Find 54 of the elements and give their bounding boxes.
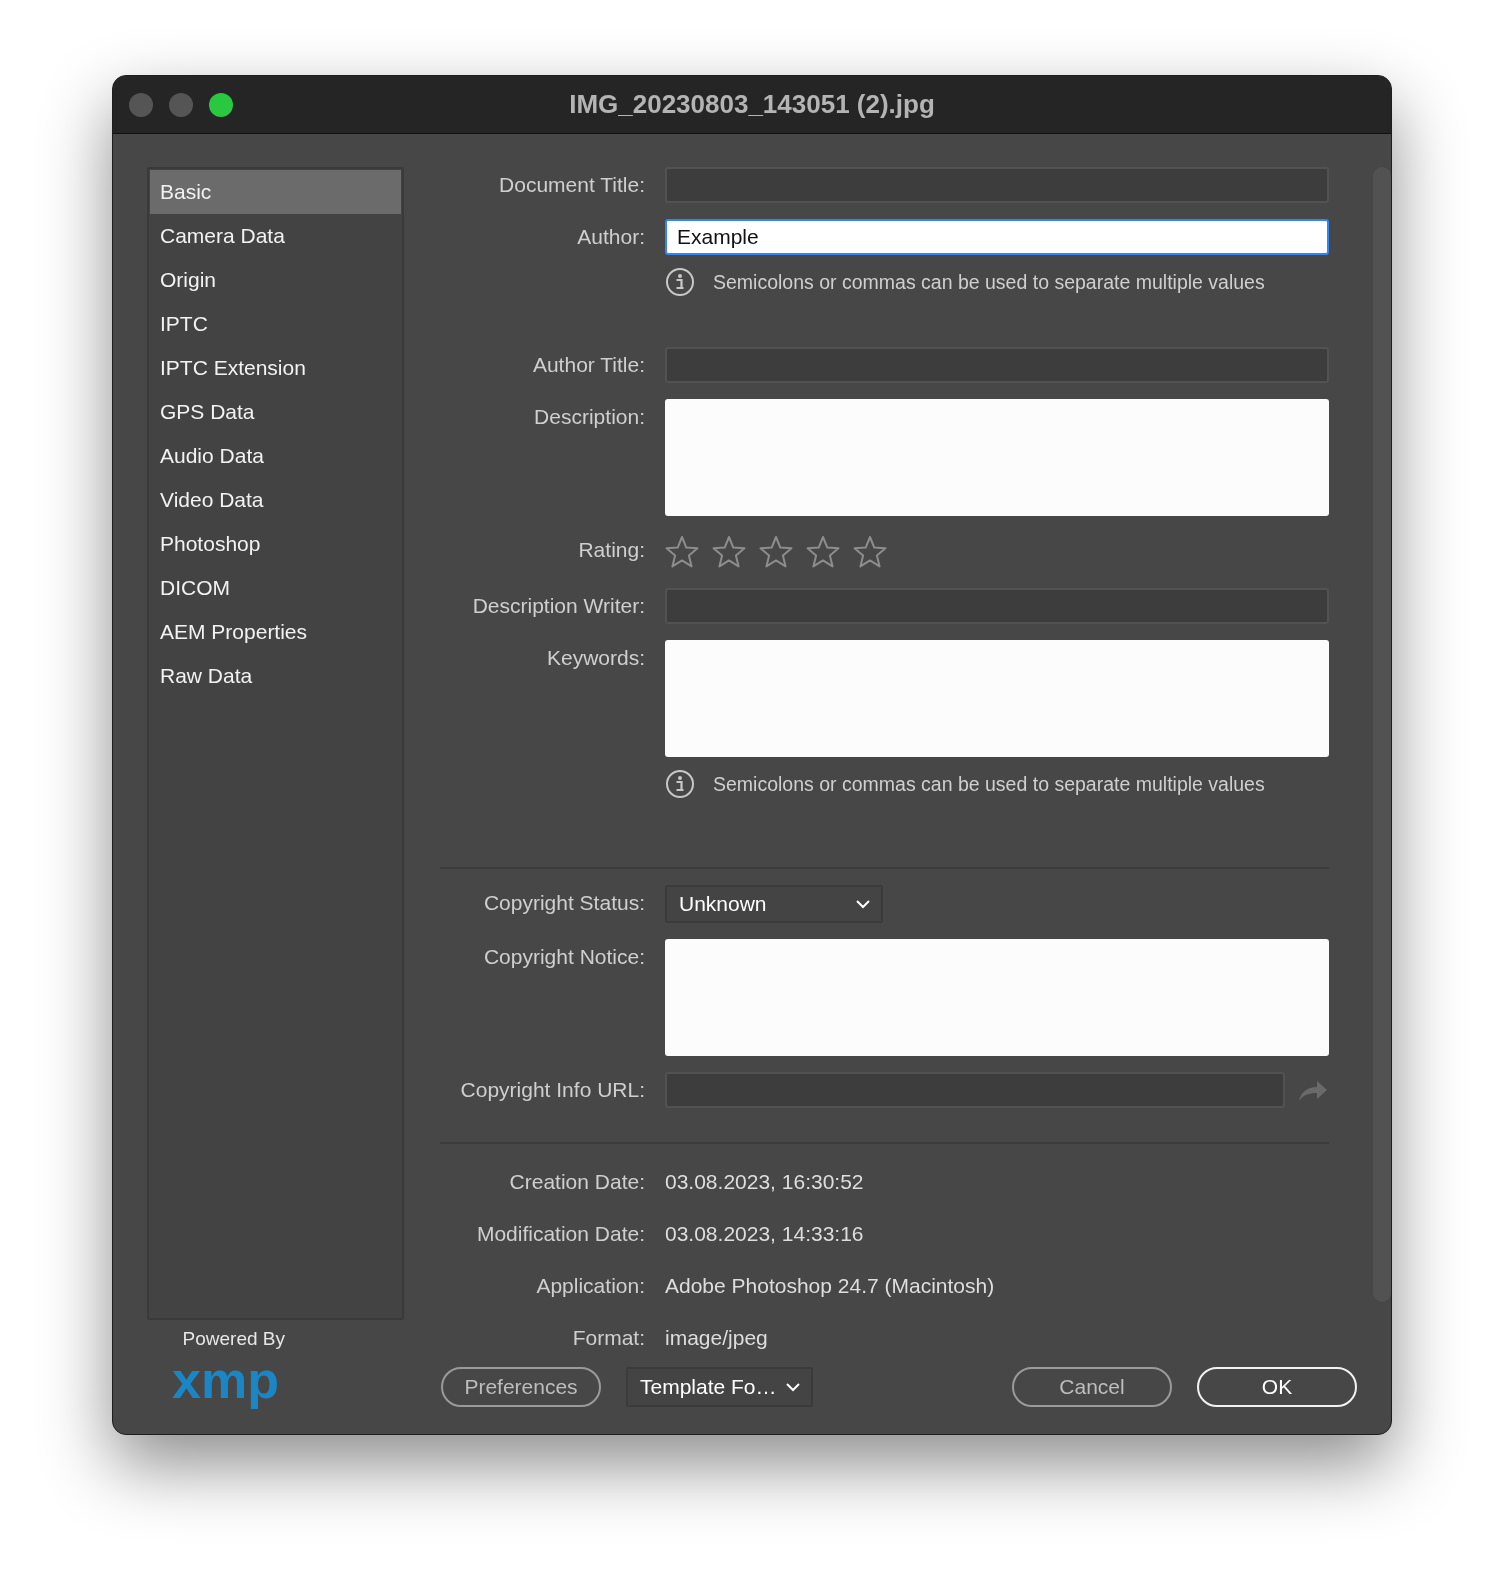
sidebar-item[interactable]: Raw Data (150, 654, 401, 698)
sidebar-item[interactable]: IPTC (150, 302, 401, 346)
sidebar-item[interactable]: Camera Data (150, 214, 401, 258)
hint-text: Semicolons or commas can be used to separate multiple values (713, 772, 1265, 796)
field-label: Description Writer: (471, 593, 645, 619)
logo: xmp (172, 1350, 280, 1410)
info-value: 03.08.2023, 16:30:52 (665, 1169, 865, 1195)
close-button[interactable] (129, 92, 153, 117)
field-label: Copyright Status: (482, 890, 645, 916)
info-value: Adobe Photoshop 24.7 (Macintosh) (665, 1273, 996, 1299)
sidebar-item[interactable]: AEM Properties (150, 610, 401, 654)
chevron-icon (855, 898, 871, 910)
sidebar-item[interactable]: Audio Data (150, 434, 401, 478)
sidebar-item[interactable]: DICOM (150, 566, 401, 610)
scrollbar[interactable] (1373, 167, 1391, 1302)
sidebar-item[interactable]: Origin (150, 258, 401, 302)
sidebar-item[interactable]: GPS Data (150, 390, 401, 434)
sidebar-item[interactable]: Photoshop (150, 522, 401, 566)
chevron-icon (785, 1381, 801, 1393)
field-label: Rating: (577, 537, 645, 563)
field-label: Document Title: (498, 172, 645, 198)
info-value: image/jpeg (665, 1325, 769, 1351)
field-label: Creation Date: (508, 1169, 645, 1195)
template-menu[interactable]: Template Fo… (626, 1367, 813, 1407)
text-field[interactable]: Example (665, 219, 1329, 255)
field-label: Copyright Info URL: (459, 1077, 645, 1103)
star-icon[interactable] (665, 535, 699, 569)
button[interactable]: Preferences (441, 1367, 601, 1407)
field-label: Copyright Notice: (482, 944, 645, 970)
dropdown[interactable]: Unknown (665, 885, 883, 923)
powered-by-text: Powered By (182, 1328, 285, 1350)
field-label: Author: (576, 224, 645, 250)
sidebar-item[interactable]: IPTC Extension (150, 346, 401, 390)
field-label: Description: (533, 404, 645, 430)
info-value: 03.08.2023, 14:33:16 (665, 1221, 865, 1247)
hint-text: Semicolons or commas can be used to separate multiple values (713, 270, 1265, 294)
sidebar-item[interactable]: Video Data (150, 478, 401, 522)
ok-button[interactable]: OK (1197, 1367, 1357, 1407)
field-label: Modification Date: (475, 1221, 645, 1247)
info-icon (665, 267, 695, 297)
field-label: Application: (535, 1273, 645, 1299)
star-icon[interactable] (759, 535, 793, 569)
star-icon[interactable] (806, 535, 840, 569)
minimize-button[interactable] (169, 92, 193, 117)
sidebar-item[interactable]: Basic (150, 170, 401, 214)
button[interactable]: Cancel (1012, 1367, 1172, 1407)
star-icon[interactable] (712, 535, 746, 569)
info-icon (665, 769, 695, 799)
field-label: Format: (571, 1325, 645, 1351)
star-icon[interactable] (853, 535, 887, 569)
window-title: IMG_20230803_143051 (2).jpg (569, 89, 935, 120)
field-label: Keywords: (545, 645, 645, 671)
zoom-button[interactable] (209, 92, 233, 117)
field-label: Author Title: (531, 352, 645, 378)
